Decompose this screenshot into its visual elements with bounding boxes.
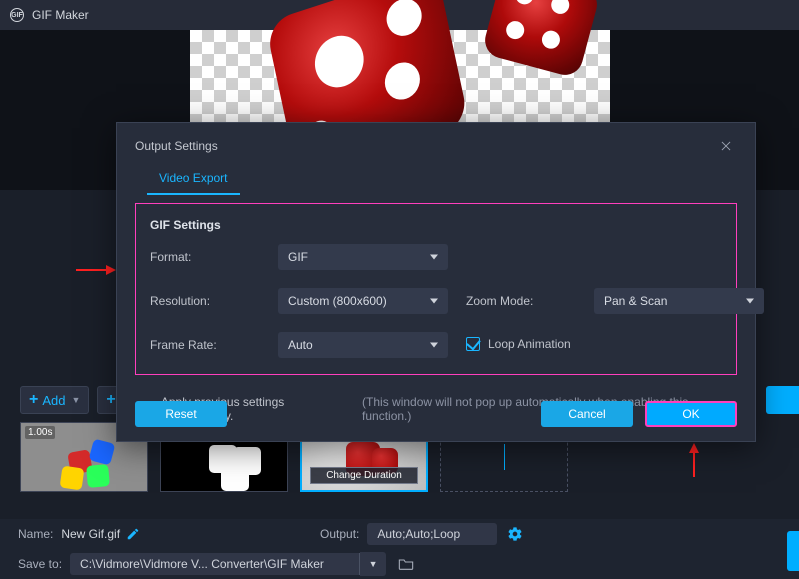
add-button[interactable]: + Add ▼ bbox=[20, 386, 89, 414]
loop-animation-checkbox[interactable]: Loop Animation bbox=[466, 337, 571, 351]
loop-animation-label: Loop Animation bbox=[488, 337, 571, 351]
close-button[interactable] bbox=[715, 135, 737, 157]
output-settings-dialog: Output Settings Video Export GIF Setting… bbox=[116, 122, 756, 442]
save-bar: Save to: C:\Vidmore\Vidmore V... Convert… bbox=[0, 549, 799, 579]
thumb-timestamp: 1.00s bbox=[25, 426, 55, 439]
plus-icon: + bbox=[29, 392, 38, 408]
name-label: Name: bbox=[18, 527, 53, 541]
chevron-down-icon bbox=[430, 299, 438, 304]
save-to-label: Save to: bbox=[18, 557, 62, 571]
zoom-mode-select[interactable]: Pan & Scan bbox=[594, 288, 764, 314]
dialog-title: Output Settings bbox=[135, 139, 218, 153]
annotation-arrow-left bbox=[76, 264, 116, 276]
format-value: GIF bbox=[288, 250, 308, 264]
cancel-button[interactable]: Cancel bbox=[541, 401, 633, 427]
chevron-down-icon bbox=[746, 299, 754, 304]
ok-button[interactable]: OK bbox=[645, 401, 737, 427]
resolution-label: Resolution: bbox=[150, 294, 260, 308]
checkbox-checked-icon bbox=[466, 337, 480, 351]
open-folder-button[interactable] bbox=[394, 552, 418, 576]
frame-rate-label: Frame Rate: bbox=[150, 338, 260, 352]
save-to-path[interactable]: C:\Vidmore\Vidmore V... Converter\GIF Ma… bbox=[70, 553, 360, 575]
output-label: Output: bbox=[320, 527, 359, 541]
save-path-dropdown[interactable]: ▼ bbox=[360, 552, 386, 576]
output-settings-button[interactable] bbox=[503, 522, 527, 546]
play-button-slice[interactable] bbox=[766, 386, 799, 414]
reset-button[interactable]: Reset bbox=[135, 401, 227, 427]
zoom-mode-value: Pan & Scan bbox=[604, 294, 667, 308]
frame-rate-value: Auto bbox=[288, 338, 313, 352]
zoom-mode-label: Zoom Mode: bbox=[466, 294, 576, 308]
chevron-down-icon bbox=[430, 343, 438, 348]
resolution-value: Custom (800x600) bbox=[288, 294, 387, 308]
format-select[interactable]: GIF bbox=[278, 244, 448, 270]
chevron-down-icon bbox=[430, 255, 438, 260]
edit-name-button[interactable] bbox=[126, 527, 140, 541]
frame-rate-select[interactable]: Auto bbox=[278, 332, 448, 358]
gif-settings-section: GIF Settings Format: GIF Resolution: Cus… bbox=[135, 203, 737, 375]
app-logo-icon: GIF bbox=[10, 8, 24, 22]
tab-video-export[interactable]: Video Export bbox=[147, 165, 240, 195]
change-duration-button[interactable]: Change Duration bbox=[310, 467, 418, 484]
format-label: Format: bbox=[150, 250, 260, 264]
annotation-arrow-ok bbox=[687, 443, 701, 477]
resolution-select[interactable]: Custom (800x600) bbox=[278, 288, 448, 314]
section-title: GIF Settings bbox=[150, 218, 722, 232]
chevron-down-icon: ▼ bbox=[71, 395, 80, 405]
add-button-label: Add bbox=[42, 393, 65, 408]
app-title: GIF Maker bbox=[32, 8, 89, 22]
output-settings-summary: Auto;Auto;Loop bbox=[367, 523, 497, 545]
export-button-slice[interactable] bbox=[787, 531, 799, 571]
name-value: New Gif.gif bbox=[61, 527, 120, 541]
frame-toolbar: + Add ▼ + bbox=[20, 386, 129, 414]
plus-icon: + bbox=[106, 392, 115, 408]
status-bar: Name: New Gif.gif Output: Auto;Auto;Loop bbox=[0, 519, 799, 549]
